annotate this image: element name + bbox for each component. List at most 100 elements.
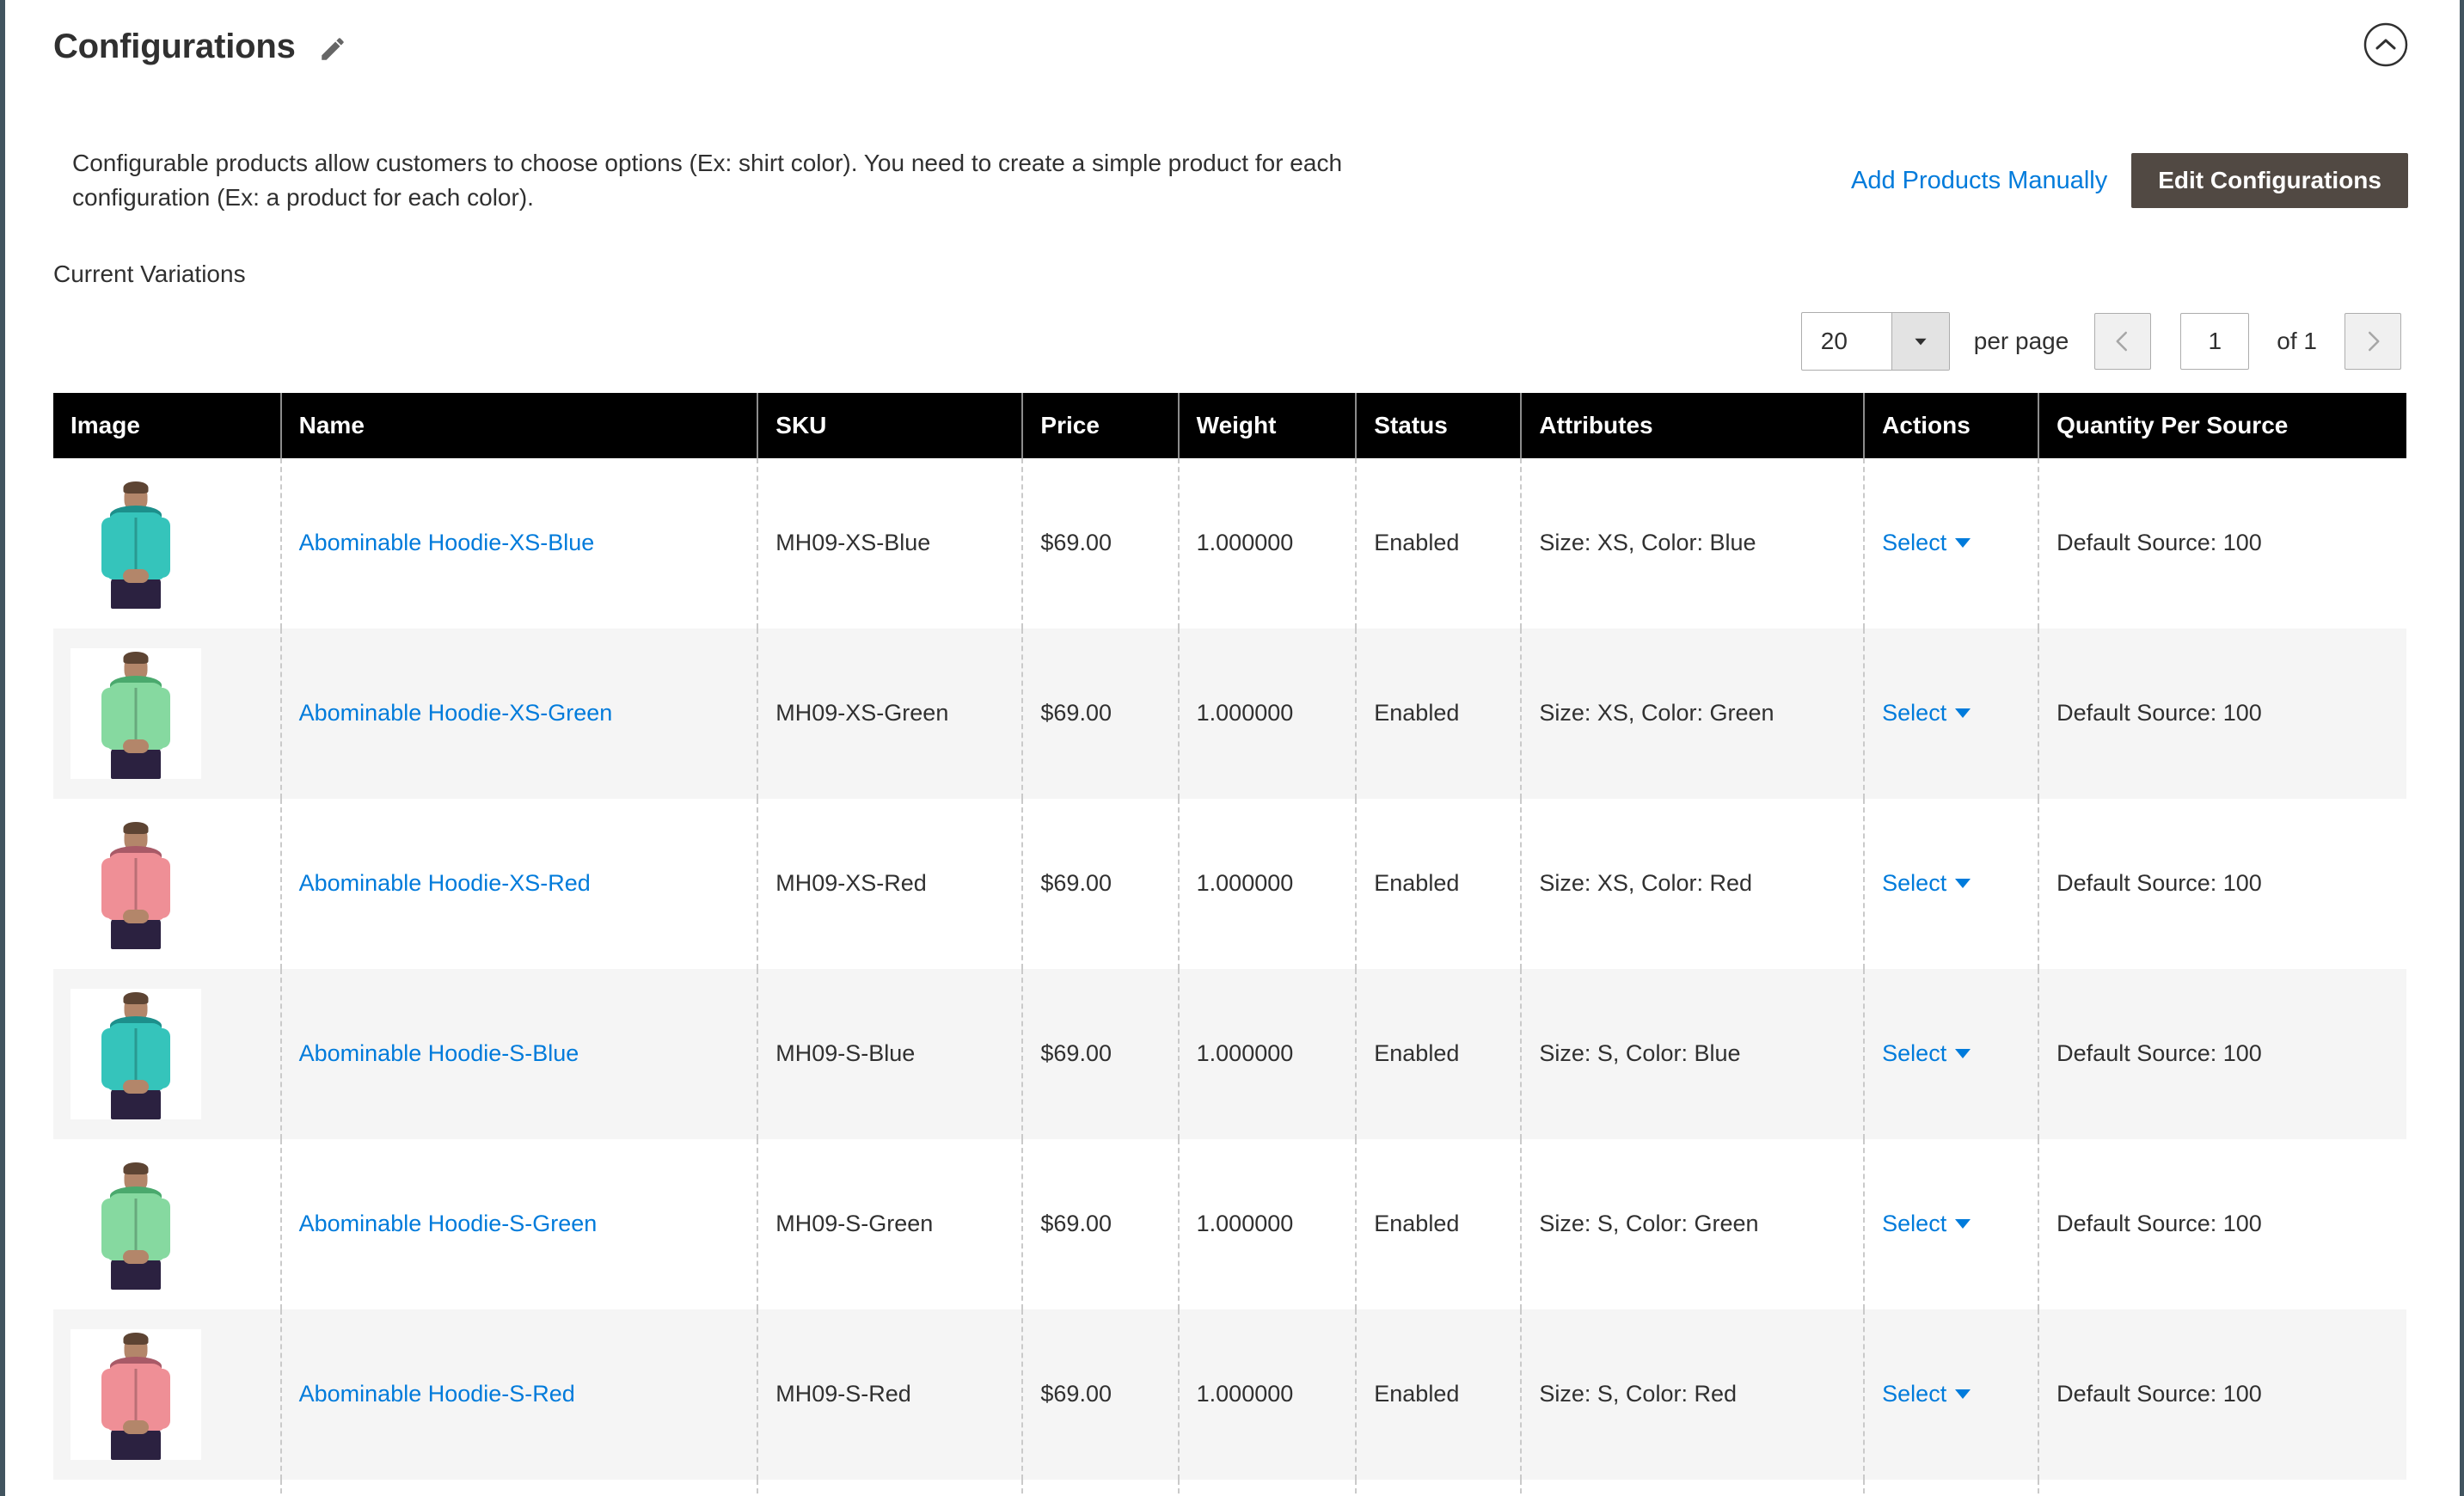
caret-down-icon (1955, 538, 1971, 549)
product-name-link[interactable]: Abominable Hoodie-S-Red (299, 1381, 575, 1407)
edit-configurations-button[interactable]: Edit Configurations (2131, 153, 2408, 208)
caret-down-icon (1955, 879, 1971, 889)
cell-actions: Select (1864, 968, 2040, 1139)
sku-value: MH09-S-Green (775, 1211, 934, 1237)
cell-attributes: Size: XS, Color: Blue (1521, 457, 1866, 628)
hoodie-figure-icon (95, 481, 177, 609)
variations-grid-wrapper: Image Name SKU Price Weight Status Attri… (5, 371, 2460, 1496)
product-name-link[interactable]: Abominable Hoodie-XS-Red (299, 870, 591, 896)
column-header-image[interactable]: Image (53, 392, 282, 458)
product-name-link[interactable]: Abominable Hoodie-XS-Blue (299, 530, 595, 555)
column-header-name[interactable]: Name (280, 392, 759, 458)
status-value: Enabled (1374, 1040, 1460, 1067)
column-header-weight[interactable]: Weight (1178, 392, 1358, 458)
product-name-link[interactable]: Abominable Hoodie-S-Green (299, 1211, 598, 1236)
cell-sku: MH09-S-Blue (757, 968, 1024, 1139)
page-total-label: of 1 (2277, 327, 2317, 354)
product-thumbnail[interactable] (70, 477, 201, 609)
previous-page-button[interactable] (2094, 312, 2152, 370)
row-actions-select[interactable]: Select (1882, 1211, 1971, 1236)
table-row-partial (53, 1479, 2406, 1496)
per-page-select[interactable]: 20 (1800, 311, 1950, 371)
attributes-value: Size: S, Color: Red (1539, 1381, 1737, 1407)
price-value: $69.00 (1040, 1381, 1112, 1407)
cell-image (53, 1479, 282, 1496)
cell-status: Enabled (1356, 968, 1523, 1139)
column-header-status[interactable]: Status (1356, 392, 1523, 458)
cell-actions: Select (1864, 457, 2040, 628)
table-row: Abominable Hoodie-S-Blue MH09-S-Blue $69.0… (53, 968, 2406, 1139)
caret-down-icon (1955, 1049, 1971, 1059)
cell-image (53, 968, 282, 1139)
product-name-link[interactable]: Abominable Hoodie-XS-Green (299, 700, 613, 726)
intro-action-group: Add Products Manually Edit Configuration… (1851, 146, 2408, 208)
configurations-panel: Configurations Configurable products all… (0, 0, 2464, 1496)
row-actions-label: Select (1882, 700, 1947, 727)
weight-value: 1.000000 (1196, 870, 1294, 897)
column-header-price[interactable]: Price (1022, 392, 1180, 458)
cell-name: Abominable Hoodie-S-Green (280, 1138, 759, 1309)
hoodie-figure-icon (95, 1162, 177, 1290)
cell-weight: 1.000000 (1178, 457, 1358, 628)
hoodie-figure-icon (95, 1332, 177, 1460)
chevron-up-circle-icon[interactable] (2363, 22, 2408, 67)
cell-sku: MH09-S-Red (757, 1309, 1024, 1480)
pencil-icon[interactable] (318, 34, 347, 64)
product-thumbnail[interactable] (70, 1158, 201, 1290)
row-actions-select[interactable]: Select (1882, 870, 1971, 896)
add-products-manually-link[interactable]: Add Products Manually (1851, 167, 2131, 195)
status-value: Enabled (1374, 700, 1460, 727)
page-number-input[interactable] (2180, 312, 2250, 370)
cell-price: $69.00 (1022, 798, 1180, 969)
per-page-value: 20 (1820, 327, 1848, 354)
product-name-link[interactable]: Abominable Hoodie-S-Blue (299, 1040, 579, 1066)
sku-value: MH09-XS-Green (775, 700, 949, 727)
cell-image (53, 628, 282, 799)
column-header-attributes[interactable]: Attributes (1521, 392, 1866, 458)
sku-value: MH09-XS-Blue (775, 530, 931, 556)
row-actions-select[interactable]: Select (1882, 1381, 1971, 1407)
cell-actions: Select (1864, 798, 2040, 969)
table-row: Abominable Hoodie-S-Red MH09-S-Red $69.00 1… (53, 1309, 2406, 1480)
table-row: Abominable Hoodie-XS-Green MH09-XS-Green $… (53, 628, 2406, 799)
attributes-value: Size: XS, Color: Green (1539, 700, 1774, 727)
product-thumbnail[interactable] (70, 1328, 201, 1460)
cell-quantity: Default Source: 100 (2038, 799, 2406, 969)
cell-attributes: Size: S, Color: Green (1521, 1138, 1866, 1309)
price-value: $69.00 (1040, 1040, 1112, 1067)
cell-weight: 1.000000 (1178, 968, 1358, 1139)
row-actions-select[interactable]: Select (1882, 530, 1971, 555)
weight-value: 1.000000 (1196, 1040, 1294, 1067)
cell-weight: 1.000000 (1178, 798, 1358, 969)
cell-status: Enabled (1356, 1309, 1523, 1480)
price-value: $69.00 (1040, 700, 1112, 727)
cell-status: Enabled (1356, 628, 1523, 799)
next-page-button[interactable] (2344, 312, 2401, 370)
sku-value: MH09-S-Blue (775, 1040, 916, 1067)
column-header-quantity[interactable]: Quantity Per Source (2038, 392, 2406, 458)
column-header-sku[interactable]: SKU (757, 392, 1024, 458)
quantity-value: Default Source: 100 (2056, 870, 2262, 897)
row-actions-label: Select (1882, 1040, 1947, 1067)
cell-sku: MH09-XS-Green (757, 628, 1024, 799)
row-actions-label: Select (1882, 530, 1947, 556)
cell-price: $69.00 (1022, 628, 1180, 799)
cell-actions: Select (1864, 1138, 2040, 1309)
cell-name: Abominable Hoodie-S-Blue (280, 968, 759, 1139)
sku-value: MH09-S-Red (775, 1381, 911, 1407)
cell-image (53, 798, 282, 969)
product-thumbnail[interactable] (70, 647, 201, 779)
column-header-actions[interactable]: Actions (1864, 392, 2040, 458)
row-actions-select[interactable]: Select (1882, 700, 1971, 726)
cell-status: Enabled (1356, 457, 1523, 628)
cell-quantity (2038, 1480, 2406, 1496)
status-value: Enabled (1374, 870, 1460, 897)
product-thumbnail[interactable] (70, 988, 201, 1119)
cell-status (1356, 1479, 1523, 1496)
cell-actions: Select (1864, 628, 2040, 799)
status-value: Enabled (1374, 1211, 1460, 1237)
per-page-label: per page (1973, 327, 2069, 354)
row-actions-select[interactable]: Select (1882, 1040, 1971, 1066)
chevron-down-icon (1891, 312, 1949, 370)
product-thumbnail[interactable] (70, 818, 201, 949)
